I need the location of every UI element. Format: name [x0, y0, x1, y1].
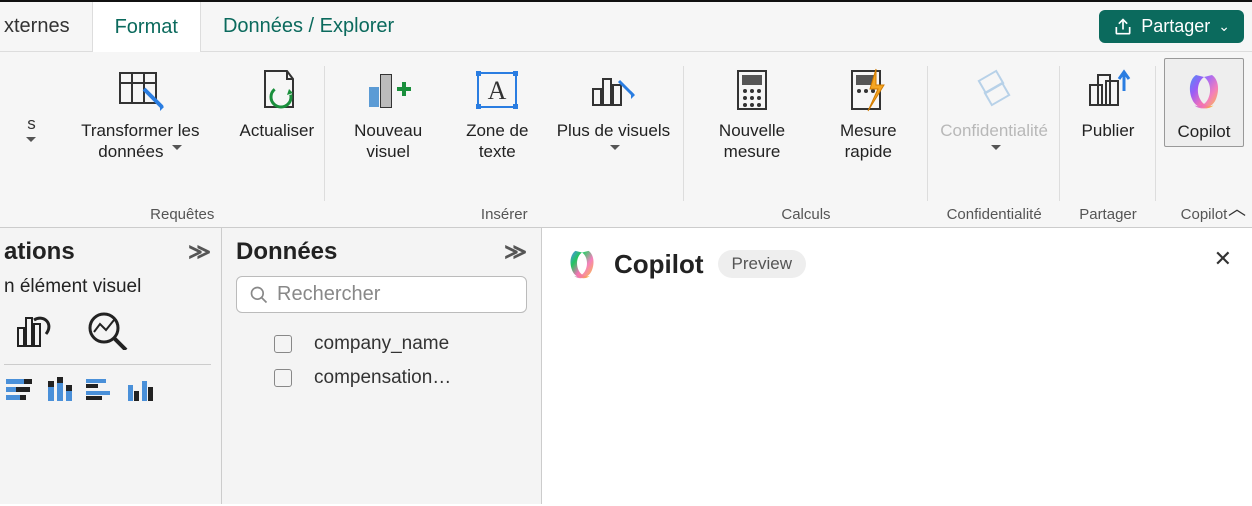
stacked-column-icon[interactable] — [46, 377, 76, 403]
ribbon-group-insert: Nouveau visuel A Zone de texte Plus de v… — [325, 52, 684, 227]
calculator-icon — [732, 62, 772, 118]
tag-icon — [971, 62, 1017, 118]
ribbon: s Transformer les données Actualiser Req… — [0, 52, 1252, 228]
field-item[interactable]: compensation… — [236, 361, 527, 395]
share-label: Partager — [1141, 16, 1210, 37]
visualizations-title-partial: ations — [4, 238, 75, 266]
new-measure-button[interactable]: Nouvelle mesure — [692, 58, 813, 167]
clustered-column-icon[interactable] — [126, 377, 156, 403]
copilot-pane: Copilot Preview ✕ — [542, 228, 1252, 504]
copilot-icon — [564, 246, 600, 282]
text-box-icon: A — [474, 62, 520, 118]
visualizations-pane: ations ≫ n élément visuel — [0, 228, 222, 504]
field-item[interactable]: company_name — [236, 327, 527, 361]
copilot-icon — [1182, 63, 1226, 119]
group-label-requests: Requêtes — [150, 206, 214, 225]
tab-data-explore[interactable]: Données / Explorer — [201, 2, 416, 51]
tabs-bar: xternes Format Données / Explorer Partag… — [0, 2, 1252, 52]
group-label-insert: Insérer — [481, 206, 528, 225]
transform-data-button[interactable]: Transformer les données — [48, 58, 233, 167]
quick-measure-button[interactable]: Mesure rapide — [816, 58, 920, 167]
tab-format[interactable]: Format — [92, 2, 201, 52]
more-visuals-icon — [589, 62, 637, 118]
copilot-button[interactable]: Copilot — [1164, 58, 1244, 147]
data-pane-title: Données — [236, 238, 337, 266]
chevron-down-icon — [168, 142, 182, 161]
ribbon-truncated-left: s — [0, 52, 40, 227]
new-visual-button[interactable]: Nouveau visuel — [333, 58, 444, 167]
clustered-bar-icon[interactable] — [86, 377, 116, 403]
refresh-button[interactable]: Actualiser — [237, 58, 317, 145]
paint-chart-icon[interactable] — [14, 310, 58, 350]
group-label-copilot: Copilot — [1181, 206, 1228, 225]
field-label: company_name — [314, 333, 449, 355]
more-visuals-button[interactable]: Plus de visuels — [551, 58, 676, 167]
share-button[interactable]: Partager ⌄ — [1099, 10, 1244, 43]
chevron-down-icon — [606, 142, 620, 161]
chevron-down-icon[interactable] — [22, 134, 36, 154]
data-pane: Données ≫ Rechercher company_name compen… — [222, 228, 542, 504]
ribbon-group-share: Publier Partager — [1060, 52, 1156, 227]
visualizations-subtitle: n élément visuel — [4, 276, 211, 298]
stacked-bar-icon[interactable] — [6, 377, 36, 403]
checkbox[interactable] — [274, 335, 292, 353]
ribbon-group-requests: Transformer les données Actualiser Requê… — [40, 52, 325, 227]
copilot-pane-title: Copilot — [614, 249, 704, 280]
preview-badge: Preview — [718, 250, 806, 278]
ribbon-group-confidentiality: Confidentialité Confidentialité — [928, 52, 1060, 227]
search-input[interactable]: Rechercher — [236, 276, 527, 313]
publish-icon — [1084, 62, 1132, 118]
search-placeholder: Rechercher — [277, 283, 380, 306]
transform-data-icon — [114, 62, 166, 118]
svg-text:A: A — [488, 76, 507, 105]
quick-measure-icon — [846, 62, 890, 118]
tab-externes-partial[interactable]: xternes — [0, 2, 92, 51]
share-icon — [1113, 17, 1133, 37]
group-label-calcs: Calculs — [781, 206, 830, 225]
analyze-icon[interactable] — [86, 310, 130, 350]
confidentiality-button: Confidentialité — [936, 58, 1052, 167]
refresh-icon — [255, 62, 299, 118]
new-visual-icon — [363, 62, 413, 118]
collapse-pane-icon[interactable]: ≫ — [188, 239, 211, 265]
search-icon — [249, 285, 269, 305]
text-box-button[interactable]: A Zone de texte — [447, 58, 547, 167]
checkbox[interactable] — [274, 369, 292, 387]
collapse-pane-icon[interactable]: ≫ — [504, 239, 527, 265]
group-label-confidentiality: Confidentialité — [947, 206, 1042, 225]
group-label-share: Partager — [1079, 206, 1137, 225]
chevron-down-icon — [987, 142, 1001, 161]
close-icon[interactable]: ✕ — [1214, 246, 1232, 272]
publish-button[interactable]: Publier — [1068, 58, 1148, 145]
ribbon-group-calcs: Nouvelle mesure Mesure rapide Calculs — [684, 52, 929, 227]
field-label: compensation… — [314, 367, 451, 389]
chevron-down-icon: ⌄ — [1218, 18, 1230, 35]
ribbon-collapse-button[interactable]: ︿ — [1228, 195, 1246, 221]
